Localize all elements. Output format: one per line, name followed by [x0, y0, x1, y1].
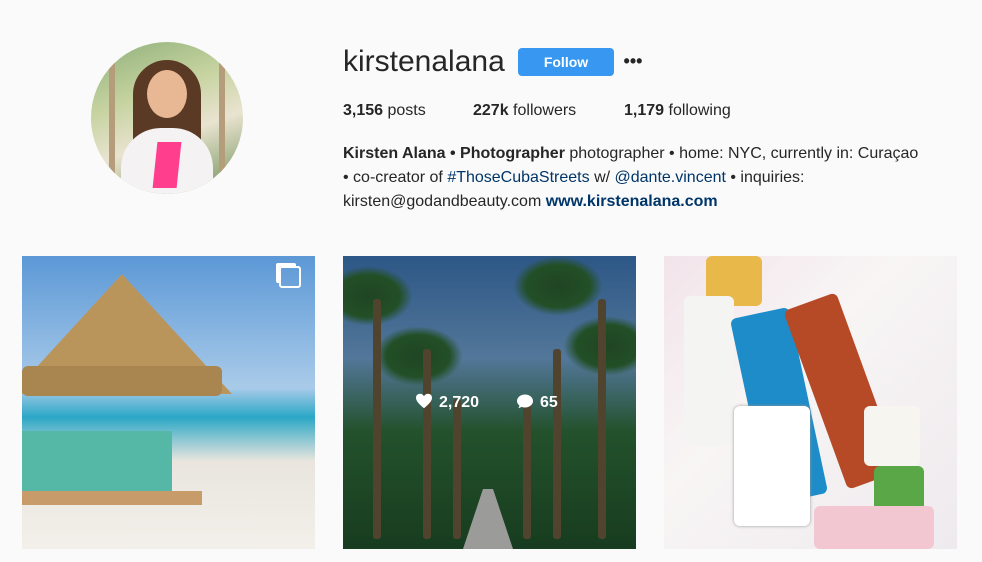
bio-line1: photographer • home: NYC, currently in: …	[564, 145, 919, 162]
heart-icon	[416, 393, 432, 409]
follow-button[interactable]: Follow	[518, 48, 614, 76]
bio-mention-link[interactable]: @dante.vincent	[615, 169, 726, 186]
post-thumbnail-1[interactable]	[22, 256, 315, 549]
followers-count: 227k	[473, 102, 509, 119]
following-label: following	[668, 102, 731, 119]
comment-icon	[517, 394, 533, 409]
following-stat[interactable]: 1,179 following	[624, 101, 731, 121]
multiple-photos-icon	[279, 266, 301, 288]
post-comments: 65	[516, 393, 558, 413]
more-options-icon[interactable]: •••	[622, 50, 644, 74]
bio-line2-pre: • co-creator of	[343, 169, 448, 186]
profile-username: kirstenalana	[343, 45, 505, 78]
followers-label: followers	[513, 102, 577, 119]
bio-name: Kirsten Alana • Photographer	[343, 145, 565, 162]
post-thumbnail-2[interactable]: 2,720 65	[343, 256, 636, 549]
following-count: 1,179	[624, 102, 665, 119]
bio-website-link[interactable]: www.kirstenalana.com	[546, 193, 718, 210]
bio-line2-post: • inquiries:	[725, 169, 805, 186]
followers-stat[interactable]: 227k followers	[473, 101, 576, 121]
post-likes: 2,720	[415, 393, 479, 413]
bio-email: kirsten@godandbeauty.com	[343, 193, 542, 210]
posts-label: posts	[387, 102, 426, 119]
posts-count: 3,156	[343, 102, 384, 119]
posts-stat: 3,156 posts	[343, 101, 426, 121]
bio-hashtag-link[interactable]: #ThoseCubaStreets	[447, 169, 589, 186]
post-thumbnail-3[interactable]	[664, 256, 957, 549]
profile-bio: Kirsten Alana • Photographer photographe…	[343, 142, 963, 214]
profile-avatar[interactable]	[91, 42, 243, 194]
bio-line2-mid: w/	[589, 169, 615, 186]
